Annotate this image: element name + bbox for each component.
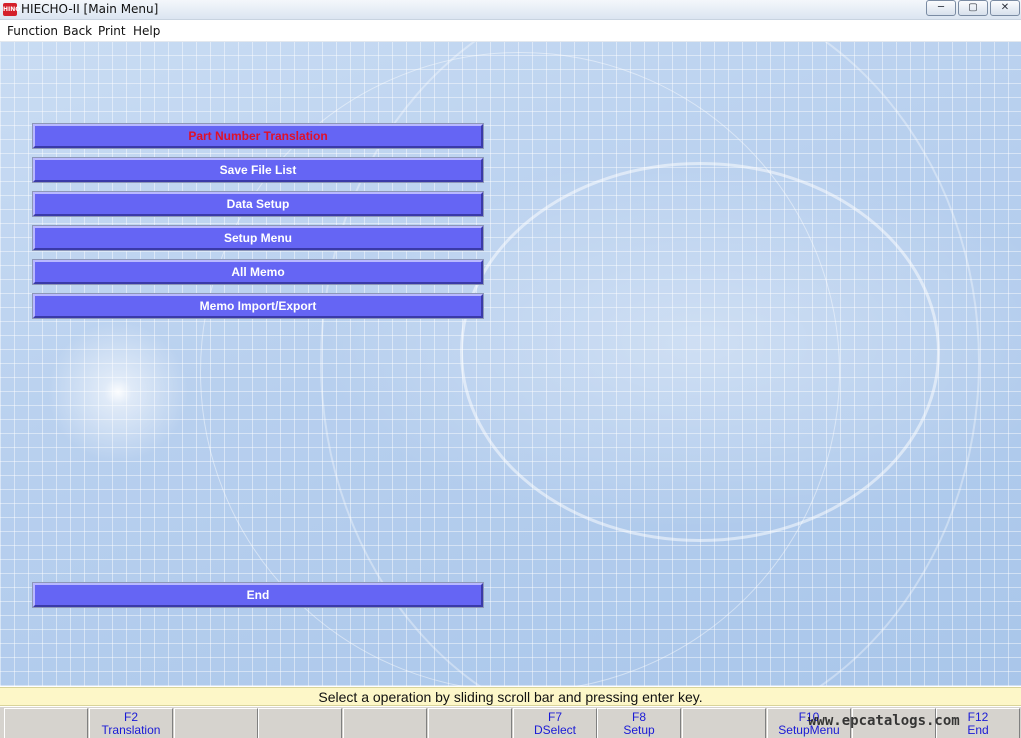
close-button[interactable]: ✕ <box>990 0 1020 16</box>
fkey-slot-6[interactable] <box>428 708 512 738</box>
menu-print[interactable]: Print <box>98 24 126 38</box>
setup-menu-button[interactable]: Setup Menu <box>33 226 483 250</box>
fkey-action: Translation <box>101 723 161 737</box>
all-memo-button[interactable]: All Memo <box>33 260 483 284</box>
f7-dselect-key[interactable]: F7 DSelect <box>513 708 597 738</box>
fkey-slot-4[interactable] <box>258 708 342 738</box>
fkey-slot-1[interactable] <box>4 708 88 738</box>
maximize-icon: ▢ <box>968 2 978 13</box>
data-setup-button[interactable]: Data Setup <box>33 192 483 216</box>
watermark-text: www.epcatalogs.com <box>808 713 960 729</box>
end-button[interactable]: End <box>33 583 483 607</box>
fkey-slot-9[interactable] <box>682 708 766 738</box>
memo-import-export-button[interactable]: Memo Import/Export <box>33 294 483 318</box>
fkey-action: Setup <box>623 723 655 737</box>
app-logo-icon: HINO <box>3 3 20 16</box>
f8-setup-key[interactable]: F8 Setup <box>597 708 681 738</box>
title-bar: HINO HIECHO-II [Main Menu] ─ ▢ ✕ <box>0 0 1021 20</box>
fkey-slot-5[interactable] <box>343 708 427 738</box>
menu-help[interactable]: Help <box>133 24 160 38</box>
minimize-icon: ─ <box>937 2 945 13</box>
maximize-button[interactable]: ▢ <box>958 0 988 16</box>
fkey-action: DSelect <box>533 723 577 737</box>
save-file-list-button[interactable]: Save File List <box>33 158 483 182</box>
f2-translation-key[interactable]: F2 Translation <box>89 708 173 738</box>
menu-function[interactable]: Function <box>7 24 58 38</box>
minimize-button[interactable]: ─ <box>926 0 956 16</box>
menu-back[interactable]: Back <box>63 24 92 38</box>
close-icon: ✕ <box>1000 2 1010 13</box>
part-number-translation-button[interactable]: Part Number Translation <box>33 124 483 148</box>
status-message: Select a operation by sliding scroll bar… <box>0 687 1021 706</box>
fkey-slot-3[interactable] <box>174 708 258 738</box>
main-menu-panel: Part Number Translation Save File List D… <box>0 42 1021 686</box>
background-arc <box>460 162 940 542</box>
window-title: HIECHO-II [Main Menu] <box>21 2 159 16</box>
menu-bar: Function Back Print Help <box>0 20 1021 42</box>
